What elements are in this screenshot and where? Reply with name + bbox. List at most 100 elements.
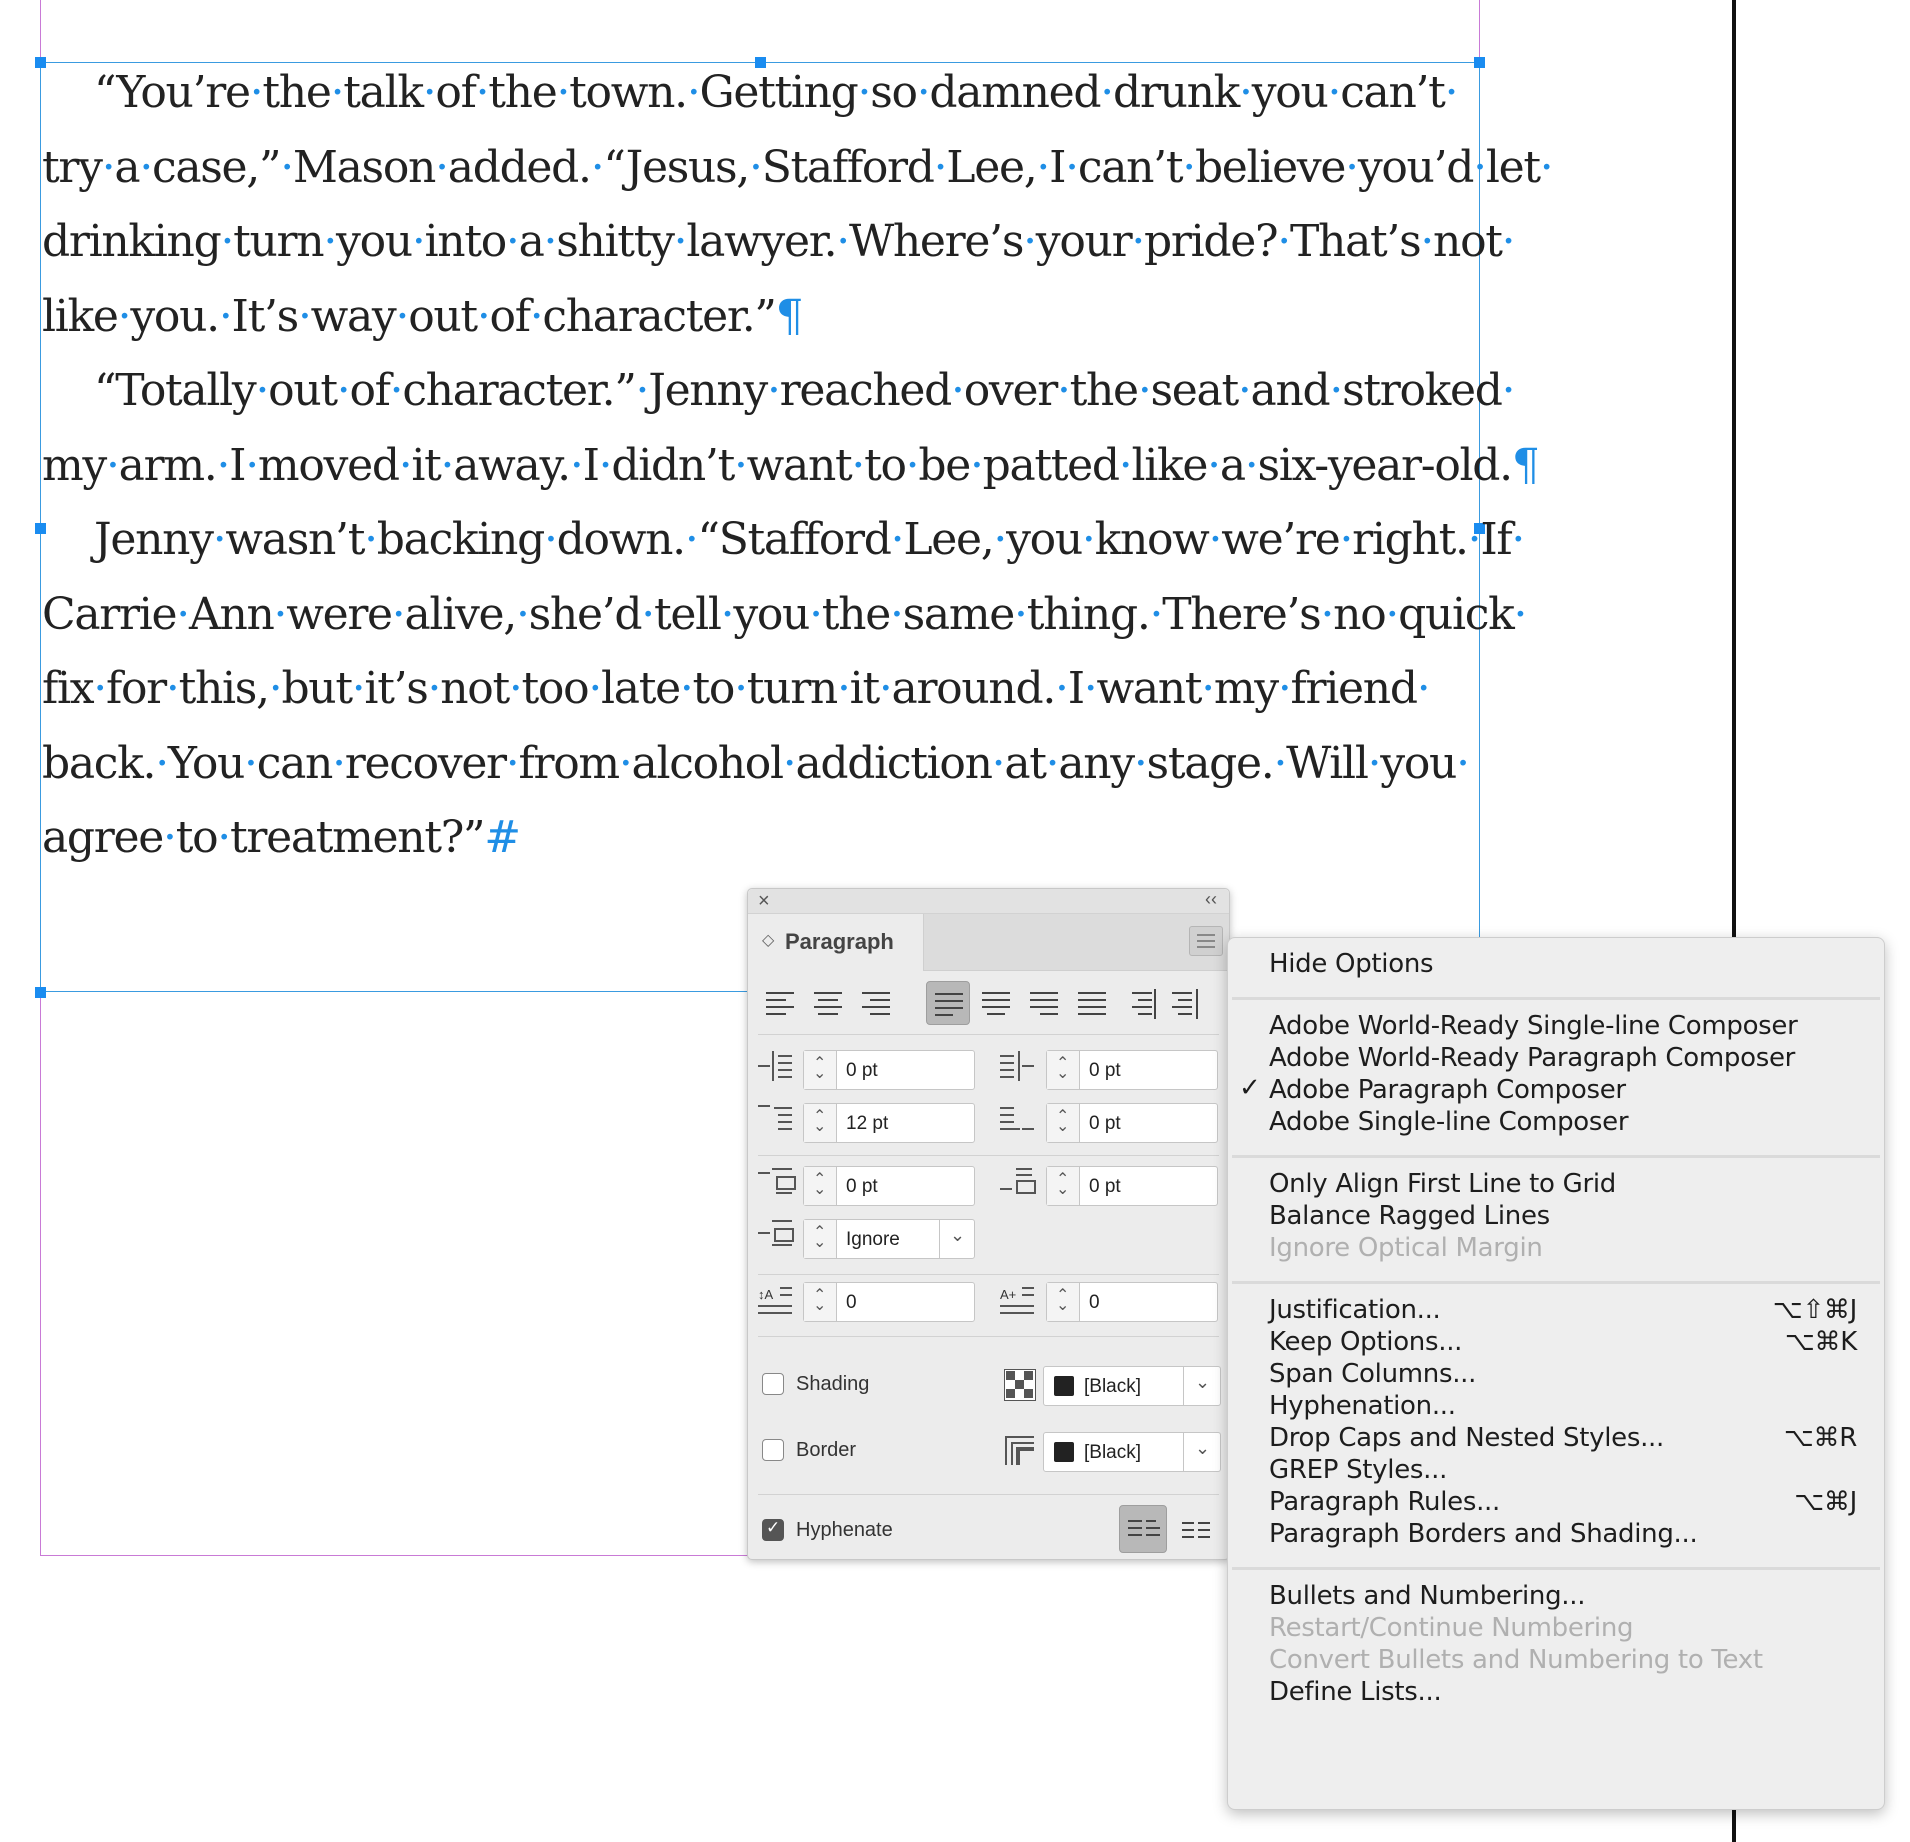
space-before-icon: [758, 1164, 798, 1198]
checkmark-icon: ✓: [1239, 1073, 1261, 1103]
menu-item-ignore-optical-margin: Ignore Optical Margin: [1269, 1233, 1543, 1263]
text-line: “Totally·out·of·character.”·Jenny·reache…: [94, 365, 1516, 416]
menu-item-grep-styles[interactable]: GREP Styles...: [1269, 1455, 1447, 1489]
divider: [758, 1494, 1219, 1495]
border-swatch-icon: [1004, 1435, 1036, 1467]
drop-cap-lines-icon: ↕A: [758, 1281, 798, 1315]
chevron-down-icon[interactable]: [1183, 1367, 1220, 1405]
right-indent-icon: [1000, 1049, 1040, 1083]
justify-right-button[interactable]: [1022, 981, 1066, 1025]
border-color-select[interactable]: [Black]: [1043, 1432, 1221, 1472]
align-left-button[interactable]: [758, 981, 802, 1025]
tab-paragraph[interactable]: ◇ Paragraph: [748, 914, 924, 971]
align-center-button[interactable]: [806, 981, 850, 1025]
first-line-indent-field[interactable]: 12 pt: [803, 1103, 975, 1143]
menu-item-justification[interactable]: Justification... ⌥⇧⌘J: [1269, 1295, 1857, 1329]
space-after-field[interactable]: 0 pt: [1046, 1166, 1218, 1206]
paragraph-panel: × ‹‹ ◇ Paragraph ⌃ ⌄ 0 pt ⌃ ⌄ 0 pt ⌃ ⌄ 1…: [747, 888, 1230, 1560]
menu-item-paragraph-rules[interactable]: Paragraph Rules... ⌥⌘J: [1269, 1487, 1857, 1521]
left-indent-field[interactable]: 0 pt: [803, 1050, 975, 1090]
menu-separator: [1232, 1567, 1880, 1570]
menu-separator: [1232, 997, 1880, 1000]
menu-item-hide-options[interactable]: Hide Options: [1269, 949, 1434, 983]
panel-menu-button[interactable]: [1189, 926, 1223, 956]
text-line: “You’re·the·talk·of·the·town.·Getting·so…: [94, 67, 1459, 118]
tab-label: Paragraph: [785, 929, 894, 954]
last-line-right-indent-field[interactable]: 0 pt: [1046, 1103, 1218, 1143]
menu-item-restart-continue-numbering: Restart/Continue Numbering: [1269, 1613, 1634, 1643]
hyphenate-checkbox[interactable]: [762, 1518, 784, 1541]
align-to-grid-stepper[interactable]: [804, 1220, 837, 1258]
menu-item-drop-caps-nested-styles[interactable]: Drop Caps and Nested Styles... ⌥⌘R: [1269, 1423, 1857, 1457]
divider: [758, 1336, 1219, 1337]
menu-item-balance-ragged-lines[interactable]: Balance Ragged Lines: [1269, 1201, 1550, 1235]
left-indent-icon: [758, 1049, 798, 1083]
border-checkbox[interactable]: [762, 1439, 784, 1461]
text-line: Carrie·Ann·were·alive,·she’d·tell·you·th…: [42, 588, 1527, 640]
last-line-right-indent-stepper[interactable]: [1047, 1104, 1080, 1142]
shortcut-label: ⌥⇧⌘J: [1772, 1295, 1858, 1325]
text-line: fix·for·this,·but·it’s·not·too·late·to·t…: [42, 663, 1431, 714]
menu-item-convert-bullets-to-text: Convert Bullets and Numbering to Text: [1269, 1645, 1763, 1675]
justify-left-button[interactable]: [926, 981, 970, 1025]
menu-item-hyphenation[interactable]: Hyphenation...: [1269, 1391, 1456, 1425]
right-indent-stepper[interactable]: [1047, 1051, 1080, 1089]
shading-color-select[interactable]: [Black]: [1043, 1366, 1221, 1406]
menu-item-adobe-paragraph-composer[interactable]: Adobe Paragraph Composer: [1269, 1075, 1626, 1109]
drop-cap-chars-icon: A+: [1000, 1281, 1040, 1315]
last-line-right-indent-icon: [1000, 1101, 1040, 1135]
shading-checkbox[interactable]: [762, 1373, 784, 1395]
frame-handle-bottom-left[interactable]: [35, 987, 46, 998]
menu-item-adobe-single-line-composer[interactable]: Adobe Single-line Composer: [1269, 1107, 1629, 1141]
chevron-down-icon[interactable]: [1183, 1433, 1220, 1471]
space-after-icon: [1000, 1164, 1040, 1198]
menu-separator: [1232, 1281, 1880, 1284]
first-line-indent-stepper[interactable]: [804, 1104, 837, 1142]
shading-swatch-icon: [1003, 1368, 1037, 1402]
drop-cap-lines-field[interactable]: 0: [803, 1282, 975, 1322]
close-icon[interactable]: ×: [758, 890, 770, 913]
menu-item-keep-options[interactable]: Keep Options... ⌥⌘K: [1269, 1327, 1857, 1361]
shortcut-label: ⌥⌘J: [1794, 1487, 1857, 1517]
space-after-stepper[interactable]: [1047, 1167, 1080, 1205]
alignment-buttons: [758, 981, 1219, 1027]
align-to-baseline-grid-button[interactable]: [1174, 1505, 1218, 1553]
panel-title-bar[interactable]: × ‹‹: [748, 889, 1229, 914]
text-line: like·you.·It’s·way·out·of·character.”¶: [42, 290, 804, 342]
menu-item-borders-shading[interactable]: Paragraph Borders and Shading...: [1269, 1519, 1698, 1553]
drop-cap-lines-stepper[interactable]: [804, 1283, 837, 1321]
pilcrow-mark: ¶: [1511, 439, 1540, 491]
right-indent-field[interactable]: 0 pt: [1046, 1050, 1218, 1090]
menu-item-define-lists[interactable]: Define Lists...: [1269, 1677, 1442, 1711]
text-line: back.·You·can·recover·from·alcohol·addic…: [42, 737, 1470, 789]
chevron-down-icon[interactable]: [939, 1220, 974, 1258]
space-before-field[interactable]: 0 pt: [803, 1166, 975, 1206]
justify-all-button[interactable]: [1070, 981, 1114, 1025]
drop-cap-chars-field[interactable]: 0: [1046, 1282, 1218, 1322]
align-right-button[interactable]: [854, 981, 898, 1025]
text-line: agree·to·treatment?”#: [42, 812, 521, 863]
align-away-from-spine-button[interactable]: [1166, 981, 1210, 1025]
menu-item-world-ready-single-line[interactable]: Adobe World-Ready Single-line Composer: [1269, 1011, 1798, 1045]
do-not-align-to-baseline-grid-button[interactable]: [1119, 1505, 1167, 1553]
panel-tabstrip: ◇ Paragraph: [748, 914, 1229, 971]
align-to-grid-select[interactable]: Ignore: [803, 1219, 975, 1259]
text-line: my·arm.·I·moved·it·away.·I·didn’t·want·t…: [42, 439, 1540, 491]
tab-chevron-icon: ◇: [762, 932, 775, 949]
align-towards-spine-button[interactable]: [1118, 981, 1162, 1025]
menu-item-only-align-first-line[interactable]: Only Align First Line to Grid: [1269, 1169, 1616, 1203]
text-line: try·a·case,”·Mason·added.·“Jesus,·Staffo…: [42, 141, 1554, 193]
justify-center-button[interactable]: [974, 981, 1018, 1025]
divider: [758, 1034, 1219, 1035]
pilcrow-mark: ¶: [775, 290, 804, 342]
collapse-icon[interactable]: ‹‹: [1205, 889, 1217, 910]
menu-item-span-columns[interactable]: Span Columns...: [1269, 1359, 1476, 1393]
left-indent-stepper[interactable]: [804, 1051, 837, 1089]
align-to-grid-icon: [758, 1216, 798, 1250]
paragraph-panel-menu: Hide Options Adobe World-Ready Single-li…: [1227, 937, 1885, 1810]
drop-cap-chars-stepper[interactable]: [1047, 1283, 1080, 1321]
menu-item-world-ready-paragraph[interactable]: Adobe World-Ready Paragraph Composer: [1269, 1043, 1795, 1077]
story-text[interactable]: “You’re·the·talk·of·the·town.·Getting·so…: [42, 58, 1554, 878]
space-before-stepper[interactable]: [804, 1167, 837, 1205]
menu-item-bullets-numbering[interactable]: Bullets and Numbering...: [1269, 1581, 1586, 1615]
